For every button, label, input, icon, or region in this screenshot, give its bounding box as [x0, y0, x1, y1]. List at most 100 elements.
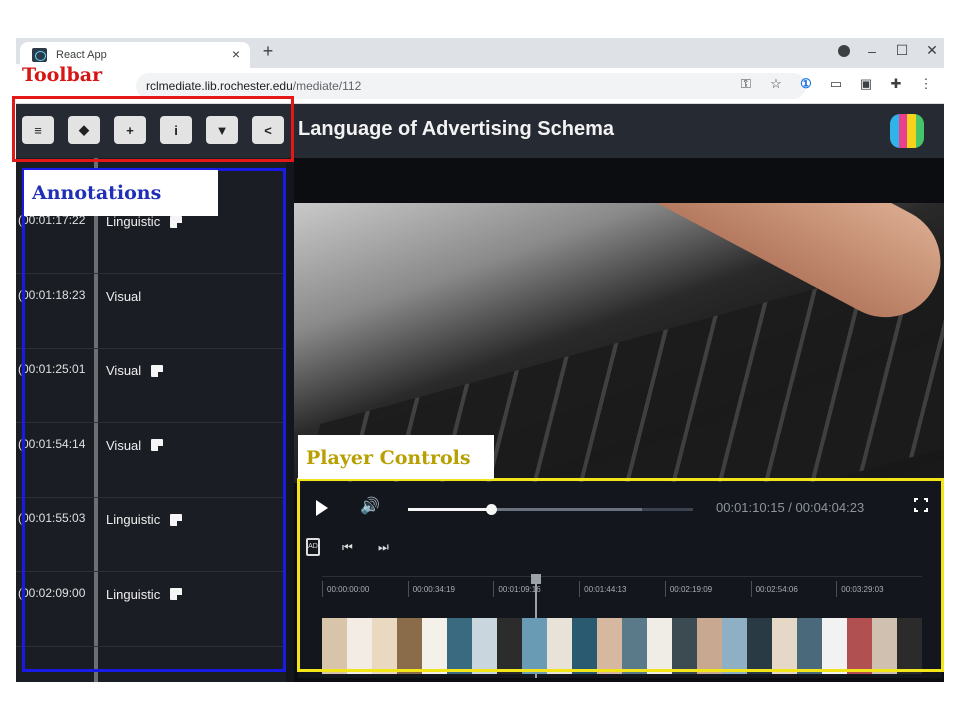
url-input[interactable]: rclmediate.lib.rochester.edu/mediate/112: [136, 73, 806, 99]
thumbnail-frame: [597, 618, 622, 674]
annotation-type: Visual: [106, 437, 142, 453]
thumbnail-strip[interactable]: [322, 618, 922, 674]
thumbnail-frame: [772, 618, 797, 674]
tags-button[interactable]: ◆: [68, 116, 100, 144]
annotation-type: Linguistic: [106, 512, 161, 527]
document-icon[interactable]: ▭: [828, 76, 844, 92]
thumbnail-frame: [747, 618, 772, 674]
timeline-tick-label: 00:00:34:19: [407, 581, 455, 597]
thumbnail-frame: [847, 618, 872, 674]
annotation-time: (00:02:09:00: [18, 585, 86, 600]
share-button[interactable]: <: [252, 116, 284, 144]
note-icon[interactable]: [151, 439, 164, 451]
thumbnail-frame: [522, 618, 547, 674]
note-icon[interactable]: [170, 215, 183, 228]
annotation-type: Visual: [106, 288, 142, 304]
url-host: rclmediate.lib.rochester.edu: [146, 79, 293, 93]
annotation-label: Visual: [106, 437, 164, 453]
annotation-row[interactable]: (00:01:18:23 Visual: [16, 275, 286, 349]
thumbnail-frame: [422, 618, 447, 674]
timeline-tick-label: 00:01:44:13: [579, 581, 626, 597]
app-header: ≡ ◆ + i ▼ < Language of Advertising Sche…: [16, 104, 944, 158]
minimize-button[interactable]: –: [864, 43, 880, 59]
info-button[interactable]: i: [160, 116, 192, 144]
thumbnail-frame: [472, 618, 497, 674]
thumbnail-frame: [897, 618, 922, 674]
skip-next-icon[interactable]: ⏭: [378, 540, 389, 555]
annotation-type: Linguistic: [106, 214, 161, 229]
annotation-row[interactable]: (00:02:09:00 Linguistic: [16, 573, 286, 647]
fullscreen-icon[interactable]: [913, 497, 929, 513]
app-logo: [890, 114, 924, 148]
database-button[interactable]: ≡: [22, 116, 54, 144]
thumbnail-frame: [397, 618, 422, 674]
thumbnail-frame: [497, 618, 522, 674]
note-icon[interactable]: [170, 513, 183, 526]
timeline-ruler[interactable]: 00:00:00:00 00:00:34:19 00:01:09:16 00:01:4…: [322, 576, 922, 600]
window-controls: – ☐ ✕: [838, 42, 940, 59]
annotation-label: Visual: [106, 289, 141, 304]
plus-icon: +: [126, 122, 134, 138]
annotation-time: (00:01:25:01: [18, 362, 86, 376]
filter-icon: ▼: [215, 122, 229, 138]
thumbnail-frame: [622, 618, 647, 674]
thumbnail-frame: [372, 618, 397, 674]
timecode: 00:01:10:15 / 00:04:04:23: [716, 500, 865, 515]
timeline-tick-label: 00:02:54:06: [750, 581, 798, 597]
address-bar-icons: ⚿ ☆ ① ▭ ▣ ✚ ⋮: [738, 76, 934, 92]
share-icon: <: [264, 122, 272, 138]
note-icon[interactable]: [170, 588, 183, 600]
thumbnail-frame: [822, 618, 847, 674]
seek-handle[interactable]: [485, 504, 497, 515]
toolbar-callout: Toolbar: [14, 64, 111, 86]
new-tab-button[interactable]: +: [258, 41, 278, 62]
annotation-time: (00:01:54:14: [18, 436, 86, 451]
annotation-label: Visual: [106, 363, 164, 378]
puzzle-icon[interactable]: ✚: [888, 76, 904, 92]
timeline-tick-label: 00:02:19:09: [664, 581, 712, 597]
note-icon[interactable]: [151, 364, 164, 377]
info-icon: i: [174, 122, 178, 138]
profile-icon[interactable]: [838, 44, 850, 57]
filter-button[interactable]: ▼: [206, 116, 238, 144]
skip-previous-icon[interactable]: ⏮: [342, 540, 353, 555]
add-button[interactable]: +: [114, 116, 146, 144]
react-favicon-icon: [32, 48, 47, 62]
tab-title: React App: [56, 49, 107, 61]
close-window-button[interactable]: ✕: [924, 42, 940, 59]
database-icon: ≡: [34, 122, 42, 138]
annotation-row[interactable]: (00:01:55:03 Linguistic: [16, 498, 286, 572]
square-icon[interactable]: ▣: [858, 76, 874, 92]
annotation-time: (00:01:18:23: [18, 287, 86, 302]
star-icon[interactable]: ☆: [768, 76, 784, 92]
kebab-menu-icon[interactable]: ⋮: [918, 76, 934, 92]
volume-icon[interactable]: 🔊: [360, 496, 380, 516]
video-area: 🔊 00:01:10:15 / 00:04:04:23 AD ⏮ ⏭ 00:00…: [294, 158, 944, 682]
address-bar: rclmediate.lib.rochester.edu/mediate/112…: [16, 68, 944, 104]
player-controls: 🔊 00:01:10:15 / 00:04:04:23 AD ⏮ ⏭ 00:00…: [298, 482, 942, 678]
annotation-label: Linguistic: [106, 214, 183, 229]
1password-icon[interactable]: ①: [798, 76, 814, 92]
annotation-type: Linguistic: [106, 586, 161, 602]
browser-window: React App × + – ☐ ✕ rclmediate.lib.roche…: [16, 38, 944, 682]
thumbnail-frame: [722, 618, 747, 674]
page-title: Language of Advertising Schema: [298, 118, 614, 140]
tab-bar: React App × + – ☐ ✕: [16, 38, 944, 68]
annotation-list: (00:01:17:22 Linguistic (00:01:18:23 Visual…: [16, 158, 286, 682]
tab-close-button[interactable]: ×: [228, 46, 244, 62]
player-controls-callout: Player Controls: [298, 435, 494, 479]
logo-stripe: [907, 114, 916, 148]
annotation-label: Linguistic: [106, 512, 183, 527]
annotations-callout: Annotations: [24, 170, 218, 216]
key-icon[interactable]: ⚿: [738, 76, 754, 92]
audio-description-icon[interactable]: AD: [306, 538, 320, 556]
play-icon[interactable]: [316, 500, 328, 516]
annotation-row[interactable]: (00:01:25:01 Visual: [16, 349, 286, 423]
seek-bar[interactable]: [408, 504, 693, 515]
annotation-row[interactable]: (00:01:54:14 Visual: [16, 424, 286, 498]
maximize-button[interactable]: ☐: [894, 42, 910, 59]
annotation-type: Visual: [106, 363, 142, 378]
toolbar: ≡ ◆ + i ▼ <: [22, 116, 284, 144]
thumbnail-frame: [547, 618, 572, 674]
tags-icon: ◆: [79, 122, 89, 137]
